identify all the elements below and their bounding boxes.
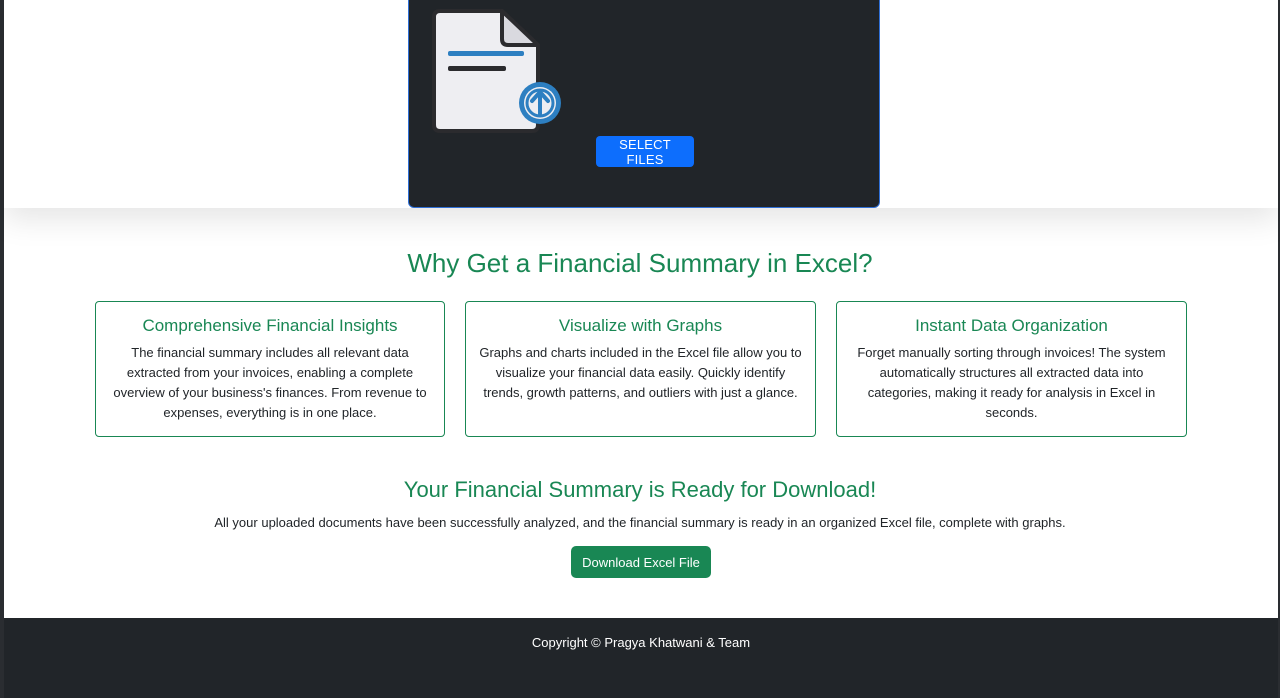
file-upload-icon [432,7,562,137]
feature-card-insights: Comprehensive Financial Insights The fin… [95,301,445,437]
feature-card-text: The financial summary includes all relev… [113,345,427,420]
footer-copyright: Copyright © Pragya Khatwani & Team [531,635,751,650]
feature-card-title: Instant Data Organization [915,316,1108,335]
feature-card-graphs: Visualize with Graphs Graphs and charts … [465,301,816,437]
why-section-title: Why Get a Financial Summary in Excel? [407,248,873,278]
download-section-text: All your uploaded documents have been su… [214,515,1066,530]
feature-card-text: Forget manually sorting through invoices… [857,345,1166,420]
upload-card[interactable]: SELECT FILES [408,0,880,208]
download-section-title: Your Financial Summary is Ready for Down… [403,477,877,502]
feature-card-text: Graphs and charts included in the Excel … [479,345,802,400]
select-files-button[interactable]: SELECT FILES [596,136,694,167]
footer: Copyright © Pragya Khatwani & Team [4,618,1278,698]
feature-card-title: Comprehensive Financial Insights [142,316,398,335]
feature-card-organization: Instant Data Organization Forget manuall… [836,301,1187,437]
upload-section: SELECT FILES [4,0,1278,208]
feature-card-title: Visualize with Graphs [558,316,723,335]
download-excel-button[interactable]: Download Excel File [571,546,711,578]
